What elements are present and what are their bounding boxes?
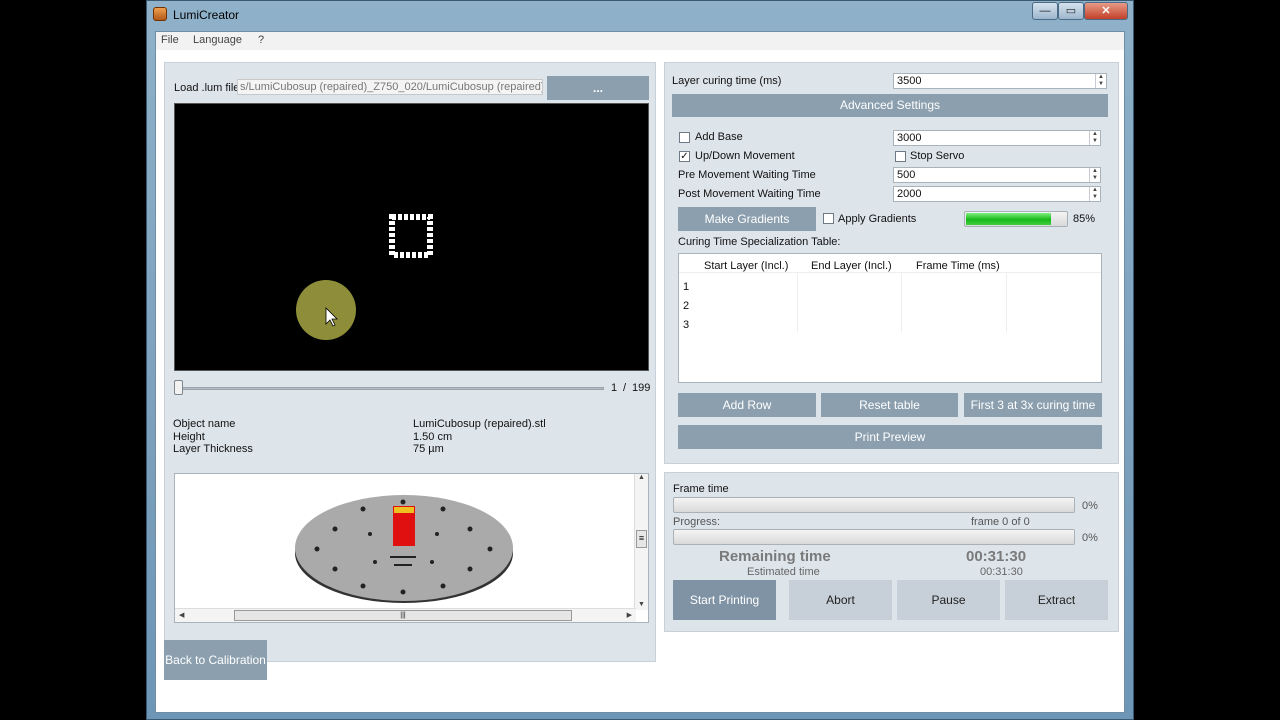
layer-preview-canvas [296,214,433,340]
menu-help[interactable]: ? [258,34,264,46]
scroll-up-icon[interactable]: ▲ [635,474,648,481]
layer-current: 1 [611,382,618,394]
gradient-progress-bar [964,211,1068,227]
window-title: LumiCreator [173,8,240,22]
apply-gradients-checkbox[interactable] [823,213,834,224]
layer-separator: / [623,382,627,394]
estimated-time-label: Estimated time [747,566,820,578]
layer-preview [174,103,649,371]
curing-time-table: Start Layer (Incl.) End Layer (Incl.) Fr… [678,253,1102,383]
post-movement-stepper: ▲ ▼ [1089,187,1100,201]
menu-bar: File Language ? [156,32,1124,50]
layer-thickness-label: Layer Thickness [173,443,253,455]
reset-table-button[interactable]: Reset table [821,393,958,417]
file-path-field[interactable]: s/LumiCubosup (repaired)_Z750_020/LumiCu… [237,79,543,95]
abort-button[interactable]: Abort [789,580,892,620]
curing-time-label: Layer curing time (ms) [672,75,782,87]
table-row[interactable]: 2 [683,300,689,312]
layer-thickness-value: 75 µm [413,443,444,455]
add-row-button[interactable]: Add Row [678,393,816,417]
layer-slice-shape [389,214,433,258]
object-name-label: Object name [173,418,236,430]
object-name-value: LumiCubosup (repaired).stl [413,418,546,430]
minimize-button[interactable]: — [1032,2,1058,20]
build-plate-view[interactable]: ▲ ≡ ▼ ◀ ||| ▶ [174,473,649,623]
estimated-time-value: 00:31:30 [980,566,1023,578]
client-area: File Language ? Load .lum file s/LumiCub… [155,31,1125,713]
advanced-settings-button[interactable]: Advanced Settings [672,94,1108,117]
table-row[interactable]: 3 [683,319,689,331]
frame-time-percent: 0% [1082,500,1098,512]
slider-handle[interactable] [174,380,183,395]
frame-count: frame 0 of 0 [971,516,1030,528]
add-base-label: Add Base [695,131,743,143]
add-base-checkbox[interactable] [679,132,690,143]
curing-time-stepper: ▲ ▼ [1095,74,1106,88]
horizontal-scroll-thumb[interactable]: ||| [234,610,572,621]
table-header-end[interactable]: End Layer (Incl.) [811,260,892,272]
load-label: Load .lum file [174,82,240,94]
gradient-percent: 85% [1073,213,1096,225]
settings-panel: Layer curing time (ms) 3500 ▲ ▼ Advanced S… [664,62,1119,464]
pre-movement-label: Pre Movement Waiting Time [678,169,816,181]
post-movement-label: Post Movement Waiting Time [678,188,821,200]
print-progress-percent: 0% [1082,532,1098,544]
post-movement-input[interactable]: 2000 ▲ ▼ [893,186,1101,202]
app-icon [153,7,167,21]
maximize-button[interactable]: ▭ [1058,2,1084,20]
add-base-input[interactable]: 3000 ▲ ▼ [893,130,1101,146]
remaining-time-label: Remaining time [719,548,831,565]
menu-file[interactable]: File [161,34,179,46]
start-printing-button[interactable]: Start Printing [673,580,776,620]
pre-movement-stepper: ▲ ▼ [1089,168,1100,182]
progress-label: Progress: [673,516,721,528]
updown-movement-checkbox[interactable]: ✓ [679,151,690,162]
height-label: Height [173,431,205,443]
first-three-curing-button[interactable]: First 3 at 3x curing time [964,393,1102,417]
stop-servo-checkbox[interactable] [895,151,906,162]
remaining-time-value: 00:31:30 [966,548,1027,565]
preview-panel: Load .lum file s/LumiCubosup (repaired)_… [164,62,656,662]
scroll-down-icon[interactable]: ▼ [635,601,648,608]
app-window: LumiCreator — ▭ ✕ File Language ? Load .… [146,0,1134,720]
pause-button[interactable]: Pause [897,580,1000,620]
build-plate-canvas [295,495,513,603]
layer-total: 199 [632,382,651,394]
vertical-scroll-thumb[interactable]: ≡ [636,530,647,548]
add-base-stepper: ▲ ▼ [1089,131,1100,145]
make-gradients-button[interactable]: Make Gradients [678,207,816,231]
table-header-start[interactable]: Start Layer (Incl.) [704,260,788,272]
back-to-calibration-button[interactable]: Back to Calibration [164,640,267,680]
menu-language[interactable]: Language [193,34,242,46]
print-progress-bar [673,529,1075,545]
table-row[interactable]: 1 [683,281,689,293]
vertical-scrollbar[interactable]: ▲ ≡ ▼ [634,474,648,610]
curing-table-label: Curing Time Specialization Table: [678,236,841,248]
gradient-progress-fill [966,213,1051,225]
scroll-left-icon[interactable]: ◀ [179,611,184,619]
apply-gradients-label: Apply Gradients [838,213,917,225]
model-top [394,507,414,513]
print-preview-button[interactable]: Print Preview [678,425,1102,449]
extract-button[interactable]: Extract [1005,580,1108,620]
stop-servo-label: Stop Servo [910,150,965,162]
curing-time-input[interactable]: 3500 ▲ ▼ [893,73,1107,89]
close-button[interactable]: ✕ [1084,2,1128,20]
updown-movement-label: Up/Down Movement [695,150,795,162]
title-bar[interactable]: LumiCreator — ▭ ✕ [147,1,1133,29]
frame-time-label: Frame time [673,483,729,495]
pre-movement-input[interactable]: 500 ▲ ▼ [893,167,1101,183]
print-panel: Frame time 0% Progress: frame 0 of 0 0% … [664,472,1119,632]
browse-button[interactable]: ... [547,76,649,100]
horizontal-scrollbar[interactable]: ◀ ||| ▶ [175,608,636,622]
layer-slider[interactable] [174,379,604,399]
height-value: 1.50 cm [413,431,453,443]
table-header-frame[interactable]: Frame Time (ms) [916,260,1000,272]
frame-time-progress-bar [673,497,1075,513]
scroll-right-icon[interactable]: ▶ [627,611,632,619]
